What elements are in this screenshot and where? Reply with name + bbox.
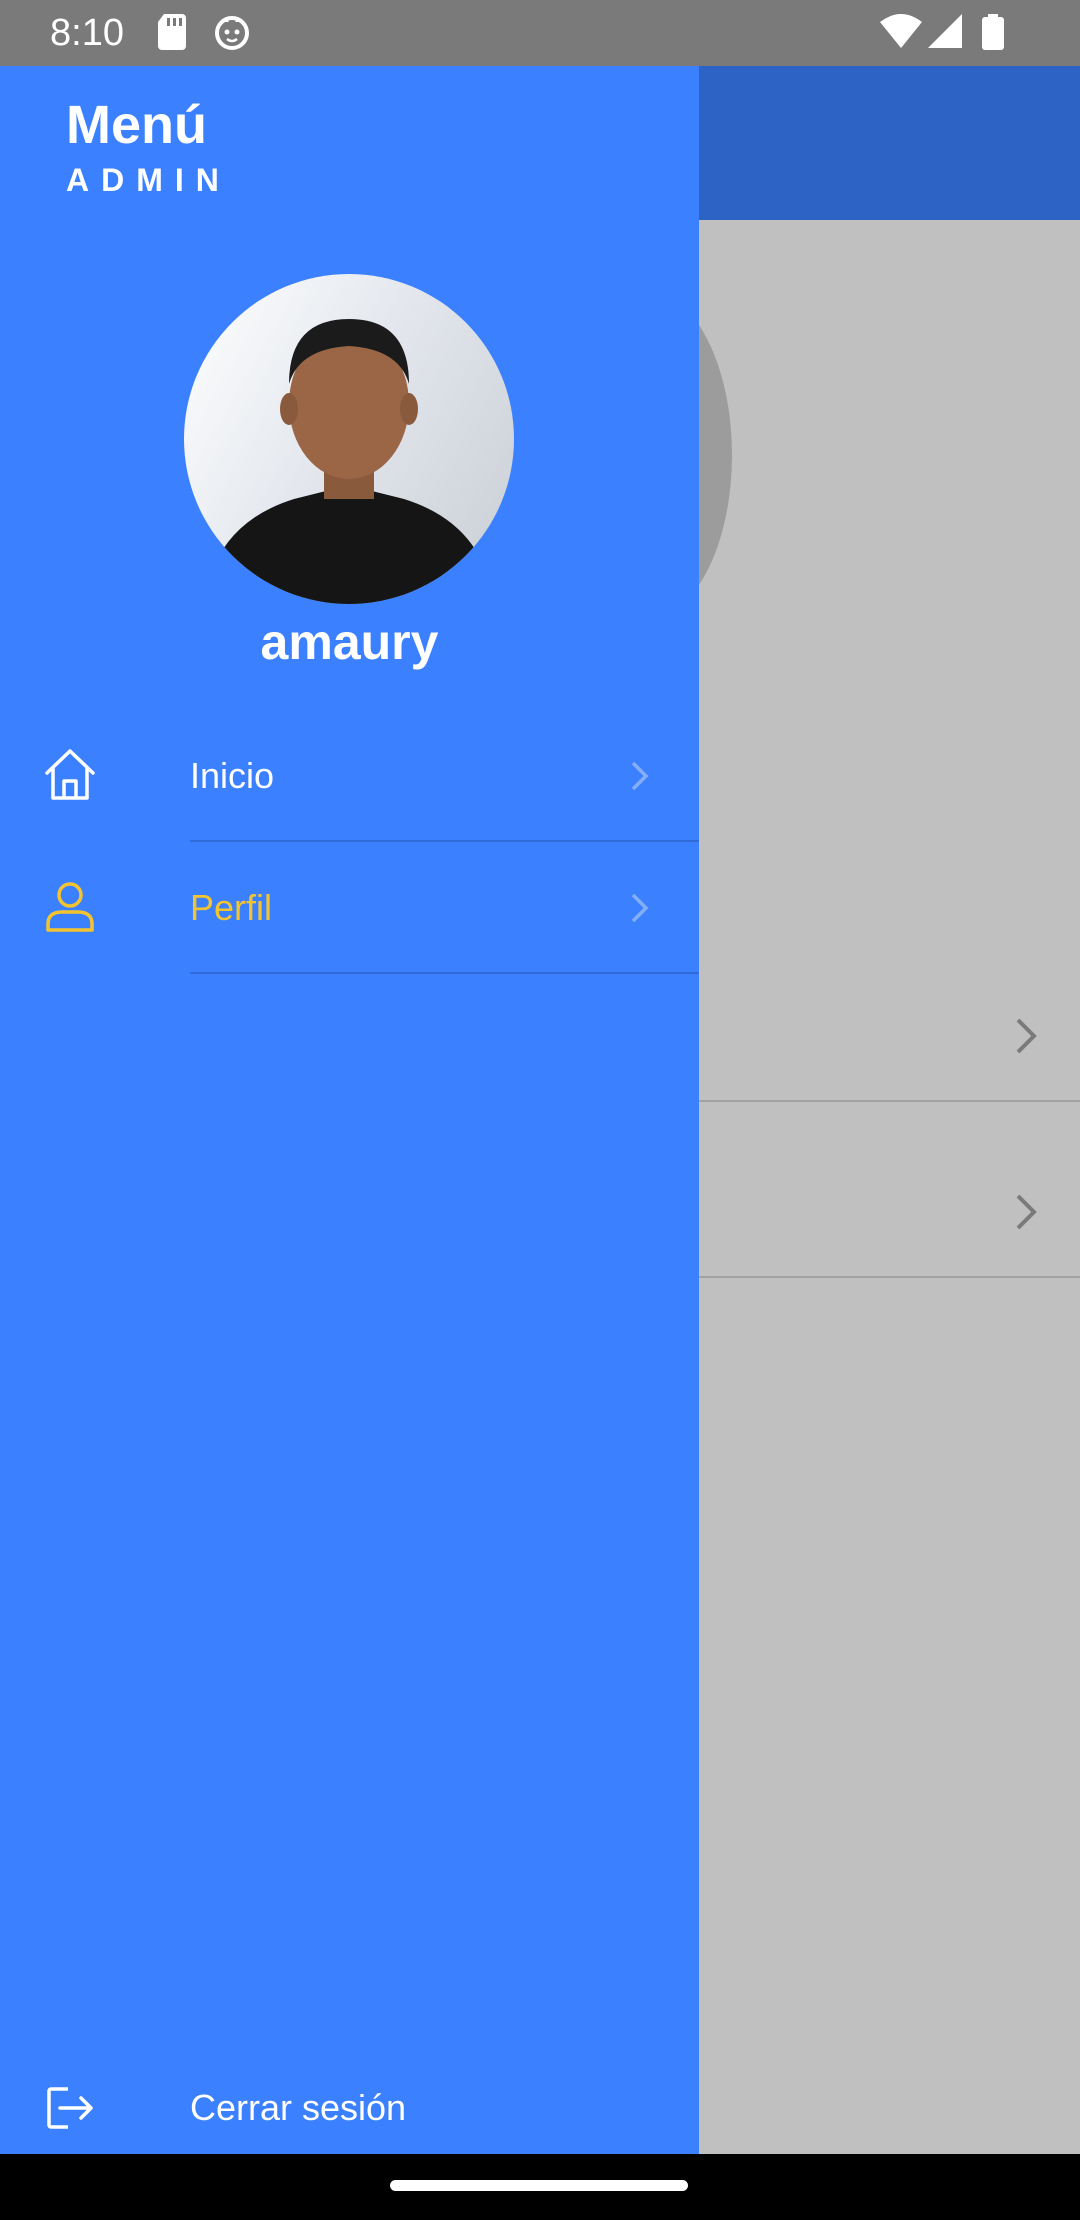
background-app-bar — [699, 66, 1080, 220]
background-list-row[interactable] — [699, 1102, 1080, 1278]
logout-icon — [47, 2087, 93, 2129]
chevron-right-icon — [631, 761, 649, 791]
logout-button[interactable]: Cerrar sesión — [0, 2062, 699, 2154]
profile-photo-image — [204, 319, 494, 604]
drawer-role-subtitle: ADMIN — [66, 162, 231, 198]
drawer-title: Menú — [66, 95, 207, 155]
chevron-right-icon — [1016, 1018, 1037, 1054]
chevron-right-icon — [1016, 1194, 1037, 1230]
menu-item-perfil[interactable]: Perfil — [0, 842, 699, 974]
sd-card-icon — [158, 14, 186, 50]
menu-item-label: Perfil — [190, 887, 273, 928]
profile-avatar[interactable] — [184, 274, 514, 604]
system-navigation-bar — [0, 2154, 1080, 2220]
home-icon — [45, 749, 95, 800]
signal-icon — [928, 14, 962, 48]
home-gesture-handle[interactable] — [390, 2180, 688, 2191]
profile-username: amaury — [260, 614, 439, 670]
menu-divider — [190, 972, 699, 974]
background-list-row[interactable] — [699, 970, 1080, 1102]
status-time: 8:10 — [50, 12, 124, 54]
chevron-right-icon — [631, 893, 649, 923]
navigation-drawer: Menú ADMIN amaury Inicio Perfil Cerrar s… — [0, 66, 699, 2154]
battery-icon — [982, 14, 1004, 50]
user-icon — [46, 882, 94, 932]
menu-item-inicio[interactable]: Inicio — [0, 710, 699, 842]
menu-item-label: Inicio — [190, 755, 275, 796]
logout-label: Cerrar sesión — [190, 2087, 407, 2128]
wifi-icon — [880, 14, 922, 48]
status-bar: 8:10 — [0, 0, 1080, 66]
cat-notification-icon — [215, 16, 249, 50]
